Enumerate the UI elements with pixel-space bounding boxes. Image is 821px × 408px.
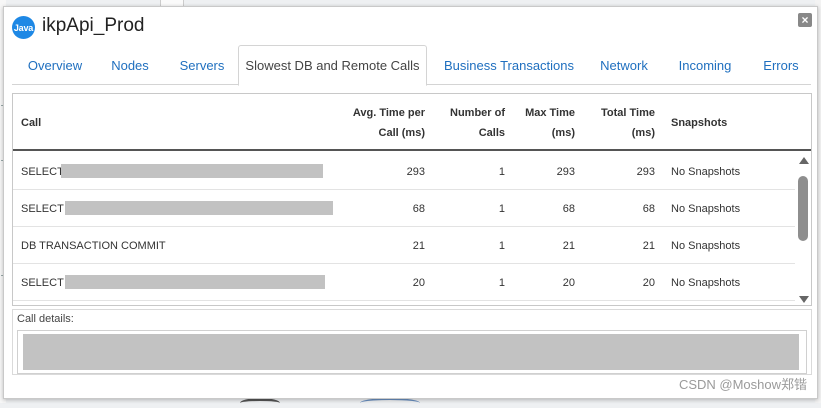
tab-servers[interactable]: Servers bbox=[172, 45, 232, 85]
snapshots-cell: No Snapshots bbox=[671, 165, 741, 178]
column-header-avg-time[interactable]: Avg. Time per Call (ms) bbox=[333, 94, 425, 151]
avg-time-cell: 68 bbox=[412, 202, 425, 215]
call-details-field[interactable] bbox=[17, 330, 807, 374]
tab-errors[interactable]: Errors bbox=[756, 45, 806, 85]
tab-bar: Overview Nodes Servers Slowest DB and Re… bbox=[12, 45, 811, 86]
table-header: Call Avg. Time per Call (ms) Number of C… bbox=[13, 94, 811, 151]
column-header-label: (ms) bbox=[631, 126, 655, 139]
max-time-cell: 21 bbox=[562, 239, 575, 252]
max-time-cell: 68 bbox=[562, 202, 575, 215]
call-cell: SELECT ' bbox=[21, 276, 69, 289]
number-of-calls-cell: 1 bbox=[498, 202, 505, 215]
slow-calls-table: Call Avg. Time per Call (ms) Number of C… bbox=[12, 93, 812, 306]
total-time-cell: 68 bbox=[642, 202, 655, 215]
column-header-label: Call bbox=[21, 116, 42, 129]
column-header-label: Call (ms) bbox=[378, 126, 425, 139]
tab-overview[interactable]: Overview bbox=[18, 45, 92, 85]
tab-business-transactions[interactable]: Business Transactions bbox=[440, 45, 578, 85]
call-details-label: Call details: bbox=[17, 313, 74, 325]
tab-nodes[interactable]: Nodes bbox=[102, 45, 158, 85]
column-header-total-time[interactable]: Total Time (ms) bbox=[583, 94, 655, 151]
tier-dialog: Java ikpApi_Prod × Overview Nodes Server… bbox=[3, 6, 818, 399]
column-header-label: Snapshots bbox=[671, 116, 728, 129]
tab-incoming[interactable]: Incoming bbox=[672, 45, 738, 85]
call-details-panel: Call details: bbox=[12, 309, 812, 375]
column-header-max-time[interactable]: Max Time (ms) bbox=[513, 94, 575, 151]
window-title: ikpApi_Prod bbox=[42, 15, 145, 36]
chevron-down-icon[interactable] bbox=[799, 296, 809, 303]
table-scrollbar[interactable] bbox=[795, 151, 811, 305]
number-of-calls-cell: 1 bbox=[498, 239, 505, 252]
background-shape bbox=[240, 398, 280, 408]
number-of-calls-cell: 1 bbox=[498, 165, 505, 178]
column-header-label: Calls bbox=[478, 126, 505, 139]
avg-time-cell: 293 bbox=[406, 165, 425, 178]
java-icon: Java bbox=[12, 16, 35, 39]
number-of-calls-cell: 1 bbox=[498, 276, 505, 289]
table-row[interactable]: SELECT ' 68 1 68 68 No Snapshots bbox=[13, 190, 796, 227]
tab-network[interactable]: Network bbox=[594, 45, 654, 85]
avg-time-cell: 20 bbox=[412, 276, 425, 289]
snapshots-cell: No Snapshots bbox=[671, 202, 741, 215]
total-time-cell: 20 bbox=[642, 276, 655, 289]
snapshots-cell: No Snapshots bbox=[671, 276, 741, 289]
tab-slowest-db-remote-calls[interactable]: Slowest DB and Remote Calls bbox=[238, 45, 427, 86]
column-header-snapshots[interactable]: Snapshots bbox=[671, 94, 771, 151]
redacted-details bbox=[23, 334, 799, 370]
background-shape bbox=[360, 398, 420, 408]
column-header-label: Total Time bbox=[601, 106, 655, 119]
call-cell: SELECT ' bbox=[21, 202, 69, 215]
call-cell: SELECT bbox=[21, 165, 64, 178]
chevron-up-icon[interactable] bbox=[799, 157, 809, 164]
avg-time-cell: 21 bbox=[412, 239, 425, 252]
column-header-label: (ms) bbox=[551, 126, 575, 139]
table-row[interactable]: SELECT 293 1 293 293 No Snapshots bbox=[13, 153, 796, 190]
snapshots-cell: No Snapshots bbox=[671, 239, 741, 252]
redacted-sql bbox=[65, 201, 333, 215]
redacted-sql bbox=[65, 275, 325, 289]
total-time-cell: 21 bbox=[642, 239, 655, 252]
column-header-label: Number of bbox=[450, 106, 505, 119]
close-icon[interactable]: × bbox=[798, 13, 812, 27]
column-header-call[interactable]: Call bbox=[21, 94, 221, 151]
max-time-cell: 20 bbox=[562, 276, 575, 289]
column-header-label: Avg. Time per bbox=[352, 106, 425, 119]
table-row[interactable]: DB TRANSACTION COMMIT 21 1 21 21 No Snap… bbox=[13, 227, 796, 264]
redacted-sql bbox=[61, 164, 323, 178]
call-cell: DB TRANSACTION COMMIT bbox=[21, 239, 166, 252]
column-header-number-of-calls[interactable]: Number of Calls bbox=[433, 94, 505, 151]
scrollbar-thumb[interactable] bbox=[798, 176, 808, 241]
title-bar: Java ikpApi_Prod × bbox=[4, 7, 817, 45]
table-row[interactable]: SELECT ' 20 1 20 20 No Snapshots bbox=[13, 264, 796, 301]
total-time-cell: 293 bbox=[636, 165, 655, 178]
watermark: CSDN @Moshow郑锴 bbox=[678, 377, 807, 392]
max-time-cell: 293 bbox=[556, 165, 575, 178]
column-header-label: Max Time bbox=[525, 106, 575, 119]
